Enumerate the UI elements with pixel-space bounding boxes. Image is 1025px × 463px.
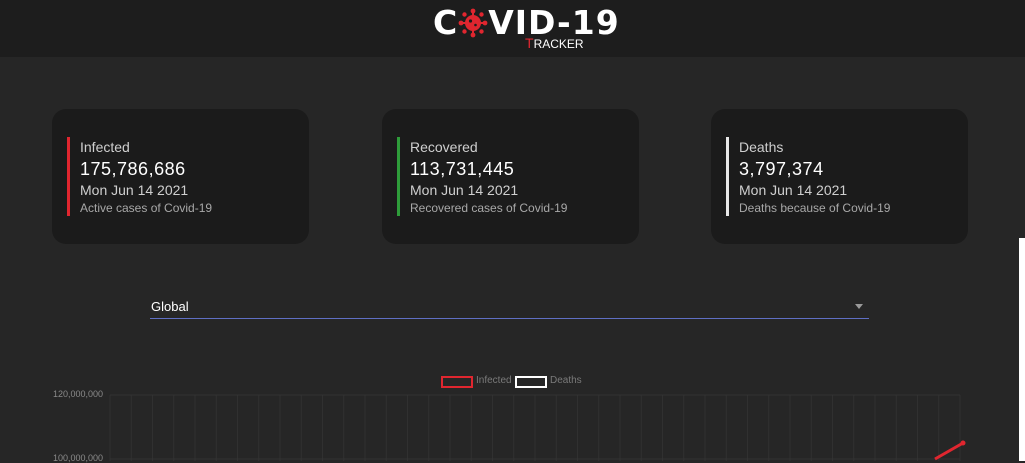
card-value: 3,797,374 bbox=[739, 159, 824, 179]
app-logo: C VID-19 TRACKER bbox=[433, 3, 619, 52]
logo-subtitle-first: T bbox=[525, 35, 534, 51]
chevron-down-icon[interactable] bbox=[855, 304, 863, 309]
card-description: Deaths because of Covid-19 bbox=[739, 201, 891, 215]
app-header: C VID-19 TRACKER bbox=[0, 0, 1025, 57]
card-value: 175,786,686 bbox=[80, 159, 186, 179]
deaths-card: Deaths 3,797,374 Mon Jun 14 2021 Deaths … bbox=[711, 109, 968, 244]
cases-chart: Infected Deaths 120,000,000 100,000,000 bbox=[0, 365, 1019, 463]
recovered-card: Recovered 113,731,445 Mon Jun 14 2021 Re… bbox=[382, 109, 639, 244]
card-date: Mon Jun 14 2021 bbox=[80, 182, 189, 198]
infected-accent-bar bbox=[67, 137, 70, 216]
card-description: Active cases of Covid-19 bbox=[80, 201, 213, 215]
logo-subtitle-rest: RACKER bbox=[533, 37, 584, 51]
country-select[interactable]: Global bbox=[150, 295, 869, 319]
card-date: Mon Jun 14 2021 bbox=[410, 182, 519, 198]
card-date: Mon Jun 14 2021 bbox=[739, 182, 848, 198]
infected-card: Infected 175,786,686 Mon Jun 14 2021 Act… bbox=[52, 109, 309, 244]
card-value: 113,731,445 bbox=[410, 159, 515, 179]
logo-subtitle: TRACKER bbox=[525, 35, 584, 51]
deaths-accent-bar bbox=[726, 137, 729, 216]
card-description: Recovered cases of Covid-19 bbox=[410, 201, 568, 215]
card-label: Recovered bbox=[410, 139, 478, 155]
card-label: Infected bbox=[80, 139, 130, 155]
scroll-edge bbox=[1019, 238, 1025, 461]
logo-title-prefix: C bbox=[433, 3, 459, 42]
card-label: Deaths bbox=[739, 139, 784, 155]
series-point-infected bbox=[960, 440, 966, 446]
recovered-accent-bar bbox=[397, 137, 400, 216]
chart-plot-area bbox=[109, 394, 966, 461]
virus-icon bbox=[458, 8, 488, 38]
country-select-value: Global bbox=[151, 299, 189, 314]
